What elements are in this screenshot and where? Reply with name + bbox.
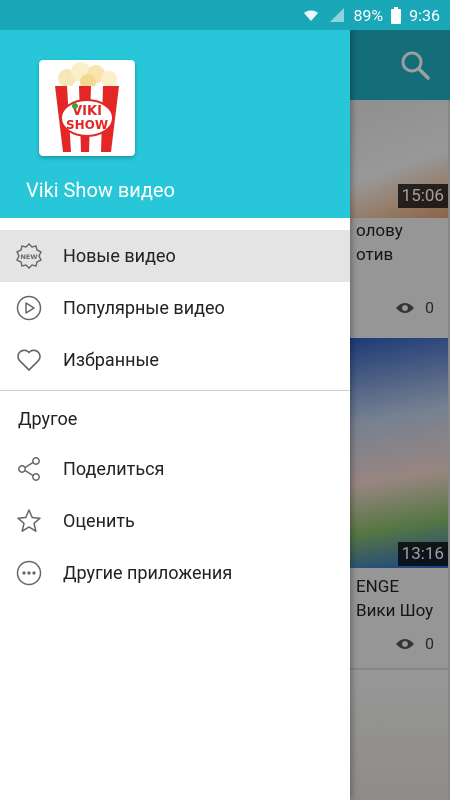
menu-item-favorites[interactable]: Избранные [0, 334, 350, 386]
battery-percent: 89% [353, 5, 384, 25]
star-icon [16, 508, 42, 534]
heart-icon [16, 347, 42, 373]
more-horiz-icon [16, 560, 42, 586]
menu-item-popular-videos[interactable]: Популярные видео [0, 282, 350, 334]
svg-text:NEW: NEW [20, 253, 37, 261]
menu-item-label: Другие приложения [63, 562, 233, 584]
play-circle-icon [16, 295, 42, 321]
clock: 9:36 [409, 5, 440, 25]
battery-icon [391, 6, 402, 24]
menu-item-label: Поделиться [63, 458, 165, 480]
menu-item-rate[interactable]: Оценить [0, 495, 350, 547]
status-bar: 89% 9:36 [0, 0, 450, 30]
menu-item-label: Популярные видео [63, 297, 225, 319]
drawer-title: Viki Show видео [26, 178, 175, 202]
menu-divider [0, 390, 350, 391]
drawer-menu: NEW Новые видео Популярные видео Избранн… [0, 218, 350, 599]
section-title-other: Другое [18, 408, 78, 430]
navigation-drawer: VIKI SHOW Viki Show видео NEW Новые виде… [0, 30, 350, 800]
wifi-icon [301, 7, 321, 23]
new-badge-icon: NEW [16, 243, 42, 269]
menu-item-share[interactable]: Поделиться [0, 443, 350, 495]
menu-item-other-apps[interactable]: Другие приложения [0, 547, 350, 599]
logo-text-line2: SHOW [66, 118, 108, 132]
app-logo: VIKI SHOW [39, 60, 135, 156]
menu-item-label: Оценить [63, 510, 135, 532]
signal-icon [329, 7, 345, 23]
menu-item-label: Избранные [63, 349, 159, 371]
menu-item-new-videos[interactable]: NEW Новые видео [0, 230, 350, 282]
drawer-header: VIKI SHOW Viki Show видео [0, 30, 350, 218]
share-icon [16, 456, 42, 482]
menu-item-label: Новые видео [63, 245, 176, 267]
